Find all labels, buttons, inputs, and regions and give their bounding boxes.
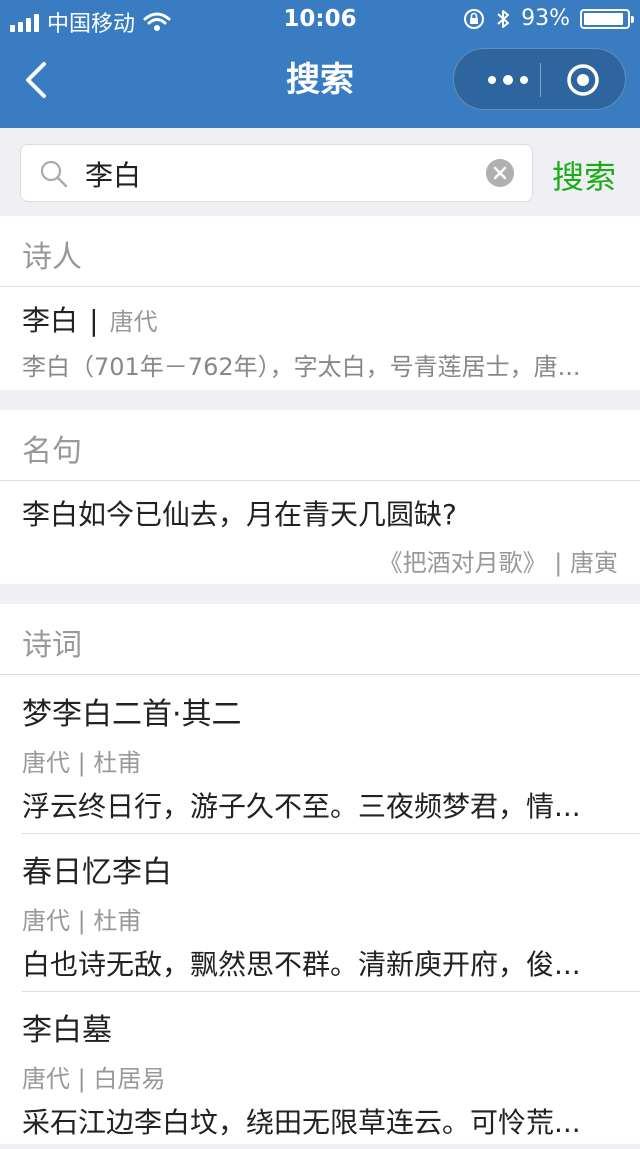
quote-source: 《把酒对月歌》 | 唐寅 [378, 549, 618, 577]
poet-separator: | [89, 304, 99, 337]
search-box[interactable] [20, 144, 533, 202]
poet-dynasty: 唐代 [109, 308, 158, 336]
close-program-icon[interactable] [566, 63, 600, 97]
status-bar: 中国移动 10:06 93% [0, 0, 640, 40]
poem-first-line: 白也诗无敌，飘然思不群。清新庾开府，俊... [22, 948, 581, 981]
poem-title: 春日忆李白 [22, 855, 172, 890]
search-icon [40, 160, 68, 188]
poem-item[interactable]: 李白墓 唐代 | 白居易 采石江边李白坟，绕田无限草连云。可怜荒... [0, 991, 640, 1149]
top-bar: 中国移动 10:06 93% 搜索 [0, 0, 640, 128]
clear-icon[interactable] [486, 159, 514, 187]
rotation-lock-icon [464, 8, 485, 29]
battery-percent: 93% [521, 6, 570, 31]
quotes-section: 名句 李白如今已仙去，月在青天几圆缺? 《把酒对月歌》 | 唐寅 [0, 410, 640, 584]
poem-item[interactable]: 梦李白二首·其二 唐代 | 杜甫 浮云终日行，游子久不至。三夜频梦君，情... [0, 675, 640, 833]
poets-section-title: 诗人 [0, 216, 640, 287]
poems-section-title: 诗词 [0, 604, 640, 675]
poet-item[interactable]: 李白 | 唐代 李白（701年－762年），字太白，号青莲居士，唐... [0, 287, 640, 382]
quote-item[interactable]: 李白如今已仙去，月在青天几圆缺? 《把酒对月歌》 | 唐寅 [0, 481, 640, 578]
more-icon[interactable] [478, 65, 538, 95]
poem-title: 梦李白二首·其二 [22, 697, 242, 732]
mini-program-capsule [453, 48, 626, 110]
quote-text: 李白如今已仙去，月在青天几圆缺? [22, 498, 457, 531]
poem-meta: 唐代 | 杜甫 [22, 749, 142, 777]
poet-description: 李白（701年－762年），字太白，号青莲居士，唐... [22, 353, 581, 381]
poem-first-line: 采石江边李白坟，绕田无限草连云。可怜荒... [22, 1106, 581, 1139]
poem-first-line: 浮云终日行，游子久不至。三夜频梦君，情... [22, 790, 581, 823]
battery-icon [580, 8, 634, 29]
quotes-section-title: 名句 [0, 410, 640, 481]
status-right: 93% [463, 6, 634, 31]
poet-name: 李白 [22, 304, 79, 337]
poem-meta: 唐代 | 白居易 [22, 1065, 166, 1093]
search-button[interactable]: 搜索 [552, 152, 616, 198]
poets-section: 诗人 李白 | 唐代 李白（701年－762年），字太白，号青莲居士，唐... [0, 216, 640, 390]
battery-fill [584, 12, 624, 25]
poem-meta: 唐代 | 杜甫 [22, 907, 142, 935]
search-bar: 搜索 [0, 128, 640, 216]
poem-item[interactable]: 春日忆李白 唐代 | 杜甫 白也诗无敌，飘然思不群。清新庾开府，俊... [0, 833, 640, 991]
capsule-divider [540, 63, 541, 97]
search-input[interactable] [83, 153, 477, 195]
poems-section: 诗词 梦李白二首·其二 唐代 | 杜甫 浮云终日行，游子久不至。三夜频梦君，情.… [0, 604, 640, 1144]
poem-title: 李白墓 [22, 1013, 112, 1048]
bluetooth-icon [497, 9, 510, 28]
